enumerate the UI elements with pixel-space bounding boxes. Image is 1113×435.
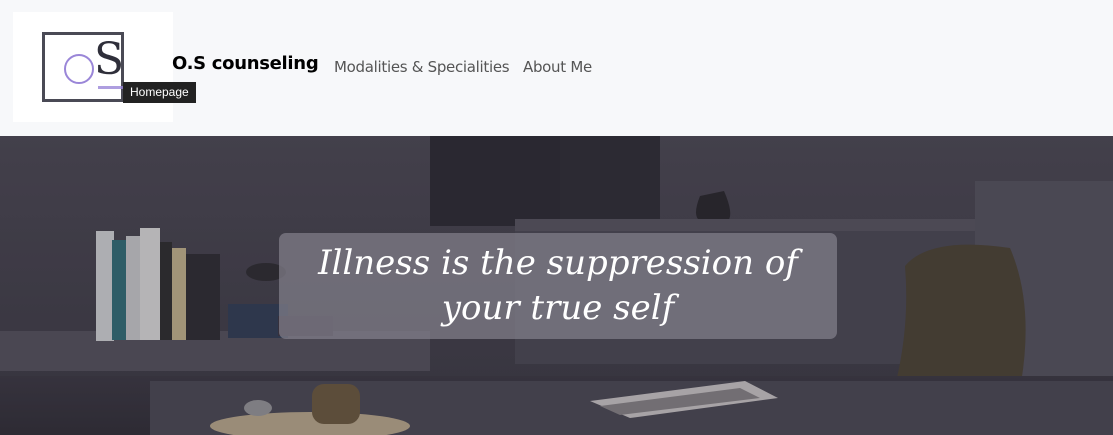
nav-link-about-me[interactable]: About Me	[523, 58, 592, 76]
hero-quote: Illness is the suppression of your true …	[318, 243, 798, 328]
navbar: S Homepage O.S counseling Modalities & S…	[0, 0, 1113, 136]
logo-letter: S	[94, 34, 125, 85]
logo-tagline-mark	[98, 86, 124, 89]
nav-link-modalities[interactable]: Modalities & Specialities	[334, 58, 510, 76]
brand-name-link[interactable]: O.S counseling	[172, 53, 319, 74]
hero-banner: Illness is the suppression of your true …	[0, 136, 1113, 435]
logo-homepage-link[interactable]: S	[13, 12, 173, 122]
logo-circle-icon	[64, 54, 94, 84]
homepage-tooltip: Homepage	[123, 82, 196, 103]
quote-panel: Illness is the suppression of your true …	[279, 233, 837, 339]
